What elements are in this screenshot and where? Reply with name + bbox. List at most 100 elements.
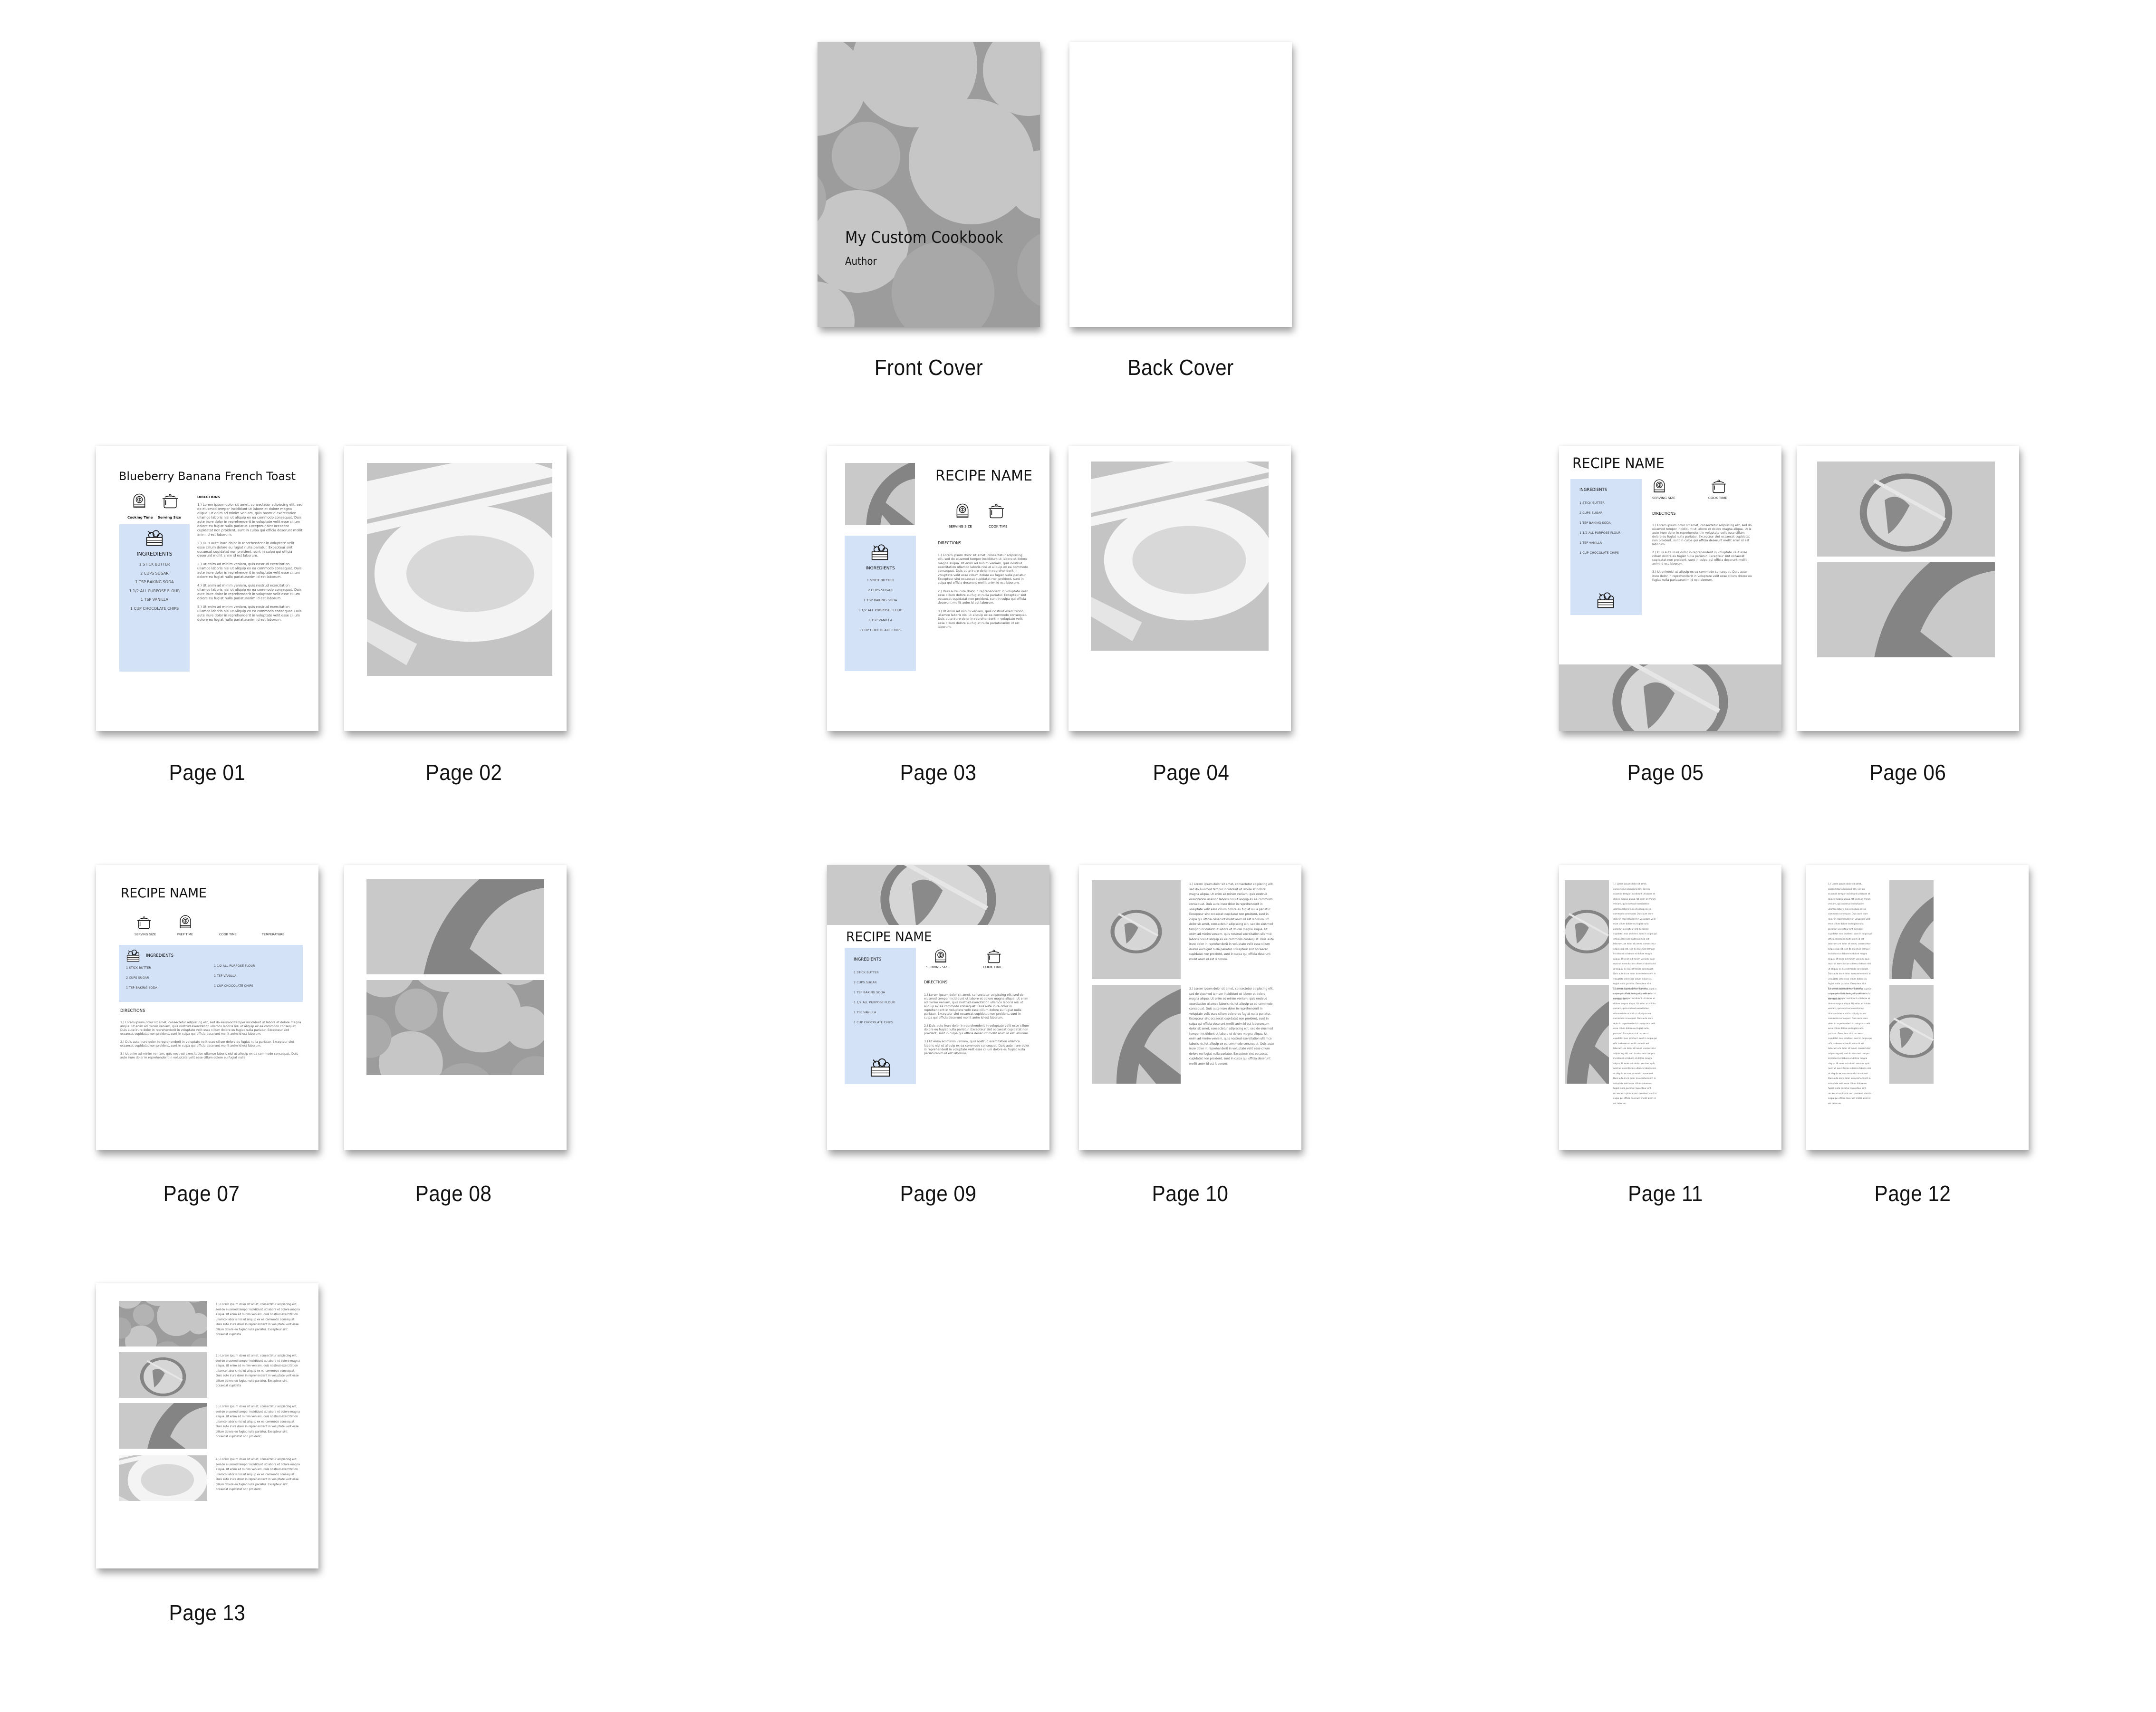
- page-02-label: Page 02: [425, 760, 502, 785]
- directions-text: 1.) Lorem ipsum dolor sit amet, consecte…: [197, 503, 303, 622]
- ingredient-item: 1 STICK BUTTER: [866, 578, 894, 582]
- serving-size-label: Serving Size: [158, 516, 181, 519]
- page-10-thumbnail[interactable]: 1.) Lorem ipsum dolor sit amet, consecte…: [1079, 865, 1301, 1150]
- ingredient-item: 1 TSP BAKING SODA: [863, 598, 897, 602]
- direction-step: 1.) Lorem ipsum dolor sit amet, consecte…: [938, 553, 1028, 585]
- page-12-thumbnail[interactable]: 1.) Lorem ipsum dolor sit amet, consecte…: [1806, 865, 2029, 1150]
- front-cover-thumbnail[interactable]: My Custom Cookbook Author: [818, 42, 1040, 327]
- ingredients-panel: INGREDIENTS 1 STICK BUTTER 2 CUPS SUGAR …: [119, 945, 303, 1002]
- page-photo: [1092, 985, 1181, 1084]
- ingredient-item: 1 STICK BUTTER: [139, 562, 170, 567]
- page-photo: [827, 865, 1049, 925]
- step-text: 2.) Lorem ipsum dolor sit amet, consecte…: [1613, 988, 1657, 1105]
- crate-icon: [126, 949, 140, 962]
- crate-icon: [869, 543, 890, 560]
- page-08-label: Page 08: [415, 1181, 492, 1206]
- crate-icon: [144, 529, 165, 546]
- ingredient-item: 1 CUP CHOCOLATE CHIPS: [130, 606, 179, 611]
- pot-icon: [135, 916, 154, 929]
- page-09-thumbnail[interactable]: RECIPE NAME INGREDIENTS 1 STICK BUTTER 2…: [827, 865, 1049, 1150]
- ingredient-item: 2 CUPS SUGAR: [126, 976, 149, 980]
- direction-step: 3.) Ut enim ad minim veniam, quis nostru…: [938, 609, 1027, 629]
- timer-icon: [178, 915, 192, 929]
- page-photo: [119, 1352, 207, 1398]
- direction-step: 1.) Lorem ipsum dolor sit amet, consecte…: [120, 1021, 301, 1036]
- ingredient-item: 1 CUP CHOCOLATE CHIPS: [859, 628, 902, 632]
- page-13-thumbnail[interactable]: 1.) Lorem ipsum dolor sit amet, consecte…: [96, 1283, 318, 1568]
- ingredients-heading: INGREDIENTS: [136, 551, 173, 557]
- ingredient-item: 1 TSP BAKING SODA: [854, 991, 885, 994]
- crate-icon: [868, 1057, 892, 1077]
- ingredient-list: 1 STICK BUTTER 2 CUPS SUGAR 1 TSP BAKING…: [854, 968, 895, 1028]
- ingredients-panel: INGREDIENTS 1 STICK BUTTER 2 CUPS SUGAR …: [1570, 479, 1642, 615]
- ingredient-item: 2 CUPS SUGAR: [140, 571, 169, 576]
- directions-heading: DIRECTIONS: [197, 495, 220, 499]
- recipe-title: RECIPE NAME: [1572, 455, 1665, 472]
- page-05-thumbnail[interactable]: RECIPE NAME INGREDIENTS 1 STICK BUTTER 2…: [1559, 446, 1781, 731]
- directions-heading: DIRECTIONS: [924, 980, 948, 984]
- page-photo: [1565, 880, 1609, 979]
- ingredient-item: 2 CUPS SUGAR: [854, 981, 877, 984]
- direction-step: 2.) Duis aute irure dolor in reprehender…: [120, 1040, 294, 1048]
- page-13-label: Page 13: [169, 1600, 246, 1625]
- temperature-label: TEMPERATURE: [262, 933, 285, 936]
- ingredient-list: 1 STICK BUTTER 2 CUPS SUGAR 1 TSP BAKING…: [119, 560, 190, 613]
- ingredient-item: 2 CUPS SUGAR: [867, 588, 893, 592]
- ingredient-item: 1 TSP VANILLA: [1579, 541, 1602, 545]
- recipe-title: RECIPE NAME: [846, 929, 932, 944]
- step-text: 1.) Lorem ipsum dolor sit amet, consecte…: [216, 1303, 300, 1336]
- step-text: 4.) Lorem ipsum dolor sit amet, consecte…: [216, 1458, 300, 1491]
- page-photo: [845, 463, 915, 525]
- page-07-label: Page 07: [163, 1181, 240, 1206]
- page-photo: [1889, 880, 1934, 979]
- page-07-thumbnail[interactable]: RECIPE NAME SERVING SIZE PREP TIME COOK …: [96, 865, 318, 1150]
- back-cover-thumbnail[interactable]: [1069, 42, 1292, 327]
- step-text: 2.) Lorem ipsum dolor sit amet, consecte…: [1828, 988, 1872, 1105]
- cook-time-label: COOK TIME: [983, 965, 1002, 969]
- page-photo: [367, 463, 552, 676]
- page-04-thumbnail[interactable]: [1068, 446, 1291, 731]
- serving-size-label: SERVING SIZE: [1652, 496, 1675, 500]
- direction-step: 2.) Duis aute irure dolor in reprehender…: [924, 1024, 1029, 1036]
- direction-step: 4.) Ut enim ad minim veniam, quis nostru…: [197, 584, 302, 601]
- page-photo: [1559, 664, 1781, 731]
- step-text: 2.) Lorem ipsum dolor sit amet, consecte…: [216, 1355, 300, 1387]
- page-02-thumbnail[interactable]: [344, 446, 567, 731]
- page-photo: [1817, 562, 1995, 657]
- pot-icon: [161, 493, 180, 509]
- cover-title: My Custom Cookbook: [845, 228, 1003, 247]
- page-03-thumbnail[interactable]: RECIPE NAME SERVING SIZE COOK TIME INGRE…: [827, 446, 1049, 731]
- cook-time-label: COOK TIME: [219, 933, 237, 936]
- ingredient-item: 1 1/2 ALL PURPOSE FLOUR: [214, 964, 255, 968]
- ingredient-item: 1 CUP CHOCOLATE CHIPS: [854, 1020, 893, 1024]
- step-text: 3.) Lorem ipsum dolor sit amet, consecte…: [216, 1405, 300, 1438]
- pot-icon: [984, 949, 1004, 963]
- ingredient-item: 1 1/2 ALL PURPOSE FLOUR: [129, 588, 180, 593]
- page-09-label: Page 09: [900, 1181, 977, 1206]
- crate-icon: [1595, 591, 1616, 608]
- direction-step: 1.) Lorem ipsum dolor sit amet, consecte…: [1652, 524, 1752, 547]
- ingredient-item: 1 TSP BAKING SODA: [135, 580, 174, 584]
- ingredient-item: 2 CUPS SUGAR: [1579, 511, 1603, 515]
- ingredient-item: 1 CUP CHOCOLATE CHIPS: [214, 984, 253, 988]
- cook-time-label: COOK TIME: [1708, 496, 1727, 500]
- recipe-title: RECIPE NAME: [935, 468, 1032, 484]
- page-06-thumbnail[interactable]: [1797, 446, 2019, 731]
- page-12-label: Page 12: [1874, 1181, 1951, 1206]
- ingredient-item: 1 TSP BAKING SODA: [1579, 521, 1611, 525]
- page-11-thumbnail[interactable]: 1.) Lorem ipsum dolor sit amet, consecte…: [1559, 865, 1781, 1150]
- cover-photo: [818, 42, 1040, 327]
- page-10-label: Page 10: [1152, 1181, 1229, 1206]
- direction-step: 3.) Ut enim ad minim veniam, quis nostru…: [120, 1052, 298, 1060]
- ingredients-heading: INGREDIENTS: [866, 566, 895, 571]
- page-01-label: Page 01: [169, 760, 246, 785]
- direction-step: 1.) Lorem ipsum dolor sit amet, consecte…: [924, 993, 1029, 1020]
- cooking-time-label: Cooking Time: [127, 516, 153, 519]
- ingredients-panel: INGREDIENTS 1 STICK BUTTER 2 CUPS SUGAR …: [845, 948, 916, 1084]
- ingredient-item: 1 TSP BAKING SODA: [126, 986, 157, 990]
- page-01-thumbnail[interactable]: Blueberry Banana French Toast Cooking Ti…: [96, 446, 318, 731]
- directions-heading: DIRECTIONS: [120, 1009, 145, 1013]
- direction-step: 5.) Ut enim ad minim veniam, quis nostru…: [197, 605, 302, 622]
- ingredient-list-right: 1 1/2 ALL PURPOSE FLOUR 1 TSP VANILLA 1 …: [214, 961, 255, 991]
- page-08-thumbnail[interactable]: [344, 865, 567, 1150]
